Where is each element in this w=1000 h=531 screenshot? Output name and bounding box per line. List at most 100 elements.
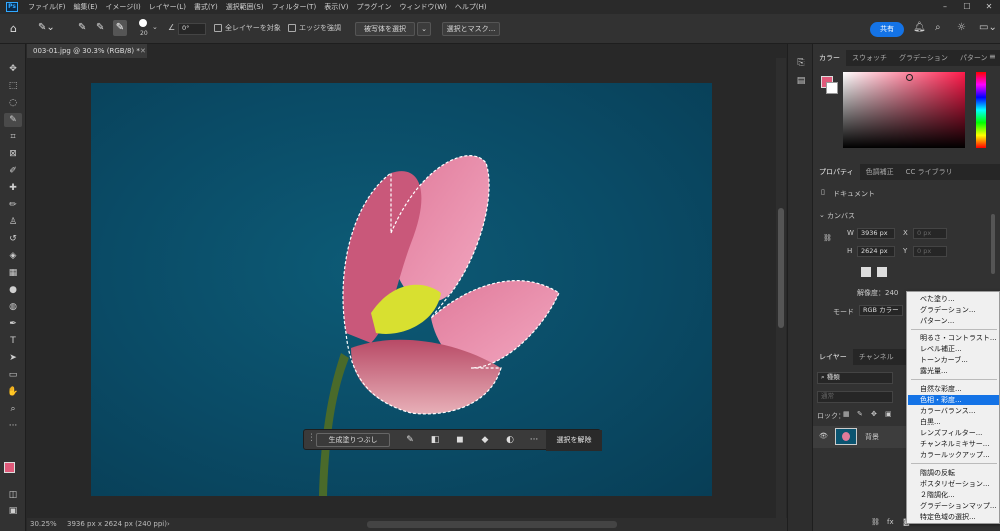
status-arrow-icon[interactable]: › bbox=[167, 518, 170, 531]
document-tab[interactable]: 003-01.jpg @ 30.3% (RGB/8) * bbox=[27, 44, 147, 58]
lock-paint-icon[interactable]: ✎ bbox=[857, 410, 863, 418]
generative-fill-button[interactable]: 生成塗りつぶし bbox=[316, 433, 390, 447]
create-mask-icon[interactable]: ◼ bbox=[453, 433, 467, 447]
lock-move-icon[interactable]: ✥ bbox=[871, 410, 877, 418]
pen-tool-icon[interactable]: ✒ bbox=[4, 317, 22, 331]
search-icon[interactable]: ⌕ bbox=[935, 22, 941, 33]
chevron-down-icon[interactable]: ⌄ bbox=[152, 23, 158, 31]
menu-layer[interactable]: レイヤー(L) bbox=[145, 2, 190, 12]
menu-window[interactable]: ウィンドウ(W) bbox=[395, 2, 450, 12]
hue-slider[interactable] bbox=[976, 72, 986, 148]
enhance-edge-checkbox[interactable] bbox=[288, 24, 296, 32]
menu-item-channel-mixer[interactable]: チャンネルミキサー... bbox=[908, 439, 999, 449]
menu-item-threshold[interactable]: ２階調化... bbox=[908, 490, 999, 500]
menu-item-brightness-contrast[interactable]: 明るさ・コントラスト... bbox=[908, 333, 999, 343]
move-tool-icon[interactable]: ✥ bbox=[4, 62, 22, 76]
marquee-tool-icon[interactable]: ⬚ bbox=[4, 79, 22, 93]
menu-item-levels[interactable]: レベル補正... bbox=[908, 344, 999, 354]
dodge-tool-icon[interactable]: ◍ bbox=[4, 300, 22, 314]
minimize-icon[interactable]: – bbox=[934, 0, 956, 14]
menu-item-gradient-map[interactable]: グラデーションマップ... bbox=[908, 501, 999, 511]
menu-item-vibrance[interactable]: 自然な彩度... bbox=[908, 384, 999, 394]
shape-tool-icon[interactable]: ▭ bbox=[4, 368, 22, 382]
menu-item-exposure[interactable]: 露光量... bbox=[908, 366, 999, 376]
chevron-down-icon[interactable]: ⌄ bbox=[819, 211, 825, 219]
quick-selection-preset-icon[interactable]: ✎⌄ bbox=[38, 22, 55, 33]
menu-image[interactable]: イメージ(I) bbox=[101, 2, 144, 12]
menu-item-color-lookup[interactable]: カラールックアップ... bbox=[908, 450, 999, 460]
home-icon[interactable]: ⌂ bbox=[10, 22, 17, 35]
invert-selection-icon[interactable]: ◧ bbox=[428, 433, 442, 447]
menu-item-curves[interactable]: トーンカーブ... bbox=[908, 355, 999, 365]
menu-type[interactable]: 書式(Y) bbox=[190, 2, 222, 12]
lock-transparent-icon[interactable]: ▦ bbox=[843, 410, 850, 418]
sample-all-layers-checkbox[interactable] bbox=[214, 24, 222, 32]
menu-help[interactable]: ヘルプ(H) bbox=[451, 2, 491, 12]
crop-tool-icon[interactable]: ⌗ bbox=[4, 130, 22, 144]
menu-item-color-balance[interactable]: カラーバランス... bbox=[908, 406, 999, 416]
height-input[interactable]: 2624 px bbox=[857, 246, 895, 257]
add-to-selection-icon[interactable]: ✎ bbox=[96, 22, 104, 33]
select-and-mask-button[interactable]: 選択とマスク... bbox=[442, 22, 500, 36]
color-picker-cursor[interactable] bbox=[906, 74, 913, 81]
path-selection-tool-icon[interactable]: ➤ bbox=[4, 351, 22, 365]
zoom-level[interactable]: 30.25% bbox=[30, 518, 57, 531]
gradient-tool-icon[interactable]: ▦ bbox=[4, 266, 22, 280]
lightbulb-icon[interactable]: ☼ bbox=[957, 22, 966, 33]
frame-tool-icon[interactable]: ⊠ bbox=[4, 147, 22, 161]
landscape-icon[interactable] bbox=[877, 267, 887, 277]
type-tool-icon[interactable]: T bbox=[4, 334, 22, 348]
select-subject-dropdown[interactable]: ⌄ bbox=[417, 22, 431, 36]
tab-close-icon[interactable]: ✕ bbox=[140, 44, 146, 58]
modify-selection-icon[interactable]: ✎ bbox=[403, 433, 417, 447]
quick-mask-icon[interactable]: ◫ bbox=[4, 488, 22, 502]
color-picker-field[interactable] bbox=[843, 72, 965, 148]
mode-select[interactable]: RGB カラー bbox=[859, 305, 903, 316]
tab-gradients[interactable]: グラデーション bbox=[893, 50, 954, 66]
screen-mode-icon[interactable]: ▣ bbox=[4, 504, 22, 518]
link-layers-icon[interactable]: ⛓ bbox=[871, 518, 880, 526]
more-tools-icon[interactable]: ··· bbox=[4, 419, 22, 433]
quick-selection-tool-icon[interactable]: ✎ bbox=[4, 113, 22, 127]
tab-patterns[interactable]: パターン bbox=[954, 50, 994, 66]
menu-plugins[interactable]: プラグイン bbox=[352, 2, 395, 12]
comments-icon[interactable]: ▤ bbox=[794, 74, 808, 88]
menu-item-posterize[interactable]: ポスタリゼーション... bbox=[908, 479, 999, 489]
deselect-button[interactable]: 選択を解除 bbox=[546, 430, 602, 451]
menu-edit[interactable]: 編集(E) bbox=[70, 2, 102, 12]
menu-select[interactable]: 選択範囲(S) bbox=[222, 2, 268, 12]
menu-item-gradient[interactable]: グラデーション... bbox=[908, 305, 999, 315]
width-input[interactable]: 3936 px bbox=[857, 228, 895, 239]
tab-layers[interactable]: レイヤー bbox=[813, 349, 853, 365]
fill-selection-icon[interactable]: ◆ bbox=[478, 433, 492, 447]
tab-properties[interactable]: プロパティ bbox=[813, 164, 860, 180]
menu-item-solid-color[interactable]: べた塗り... bbox=[908, 294, 999, 304]
menu-item-black-white[interactable]: 白黒... bbox=[908, 417, 999, 427]
adjustment-layer-icon[interactable]: ◐ bbox=[503, 433, 517, 447]
bell-icon[interactable]: 🔔︎ bbox=[913, 22, 926, 33]
menu-view[interactable]: 表示(V) bbox=[320, 2, 352, 12]
x-input[interactable]: 0 px bbox=[913, 228, 947, 239]
menu-item-hue-saturation[interactable]: 色相・彩度... bbox=[908, 395, 999, 405]
scrollbar-thumb[interactable] bbox=[778, 208, 784, 328]
vertical-scrollbar[interactable] bbox=[776, 58, 786, 518]
foreground-color-swatch[interactable] bbox=[4, 462, 15, 473]
zoom-tool-icon[interactable]: ⌕ bbox=[4, 402, 22, 416]
drag-handle-icon[interactable]: ⋮ bbox=[307, 433, 316, 443]
document-info[interactable]: 3936 px x 2624 px (240 ppi) bbox=[67, 518, 167, 531]
brush-tip-icon[interactable] bbox=[139, 19, 147, 27]
blend-mode-select[interactable]: 通常 bbox=[817, 391, 893, 403]
properties-scrollbar[interactable] bbox=[991, 214, 995, 274]
link-icon[interactable]: ⛓ bbox=[823, 234, 832, 242]
tab-channels[interactable]: チャンネル bbox=[853, 349, 900, 365]
menu-item-invert[interactable]: 階調の反転 bbox=[908, 468, 999, 478]
history-brush-tool-icon[interactable]: ↺ bbox=[4, 232, 22, 246]
subtract-from-selection-icon[interactable]: ✎ bbox=[113, 20, 127, 36]
lock-artboard-icon[interactable]: ▣ bbox=[885, 410, 892, 418]
tab-color[interactable]: カラー bbox=[813, 50, 846, 66]
layer-name[interactable]: 背景 bbox=[865, 432, 879, 442]
lasso-tool-icon[interactable]: ◌ bbox=[4, 96, 22, 110]
visibility-eye-icon[interactable]: 👁︎ bbox=[819, 432, 828, 440]
panel-menu-icon[interactable]: ≡ bbox=[989, 52, 996, 61]
angle-input[interactable]: 0° bbox=[178, 23, 206, 35]
